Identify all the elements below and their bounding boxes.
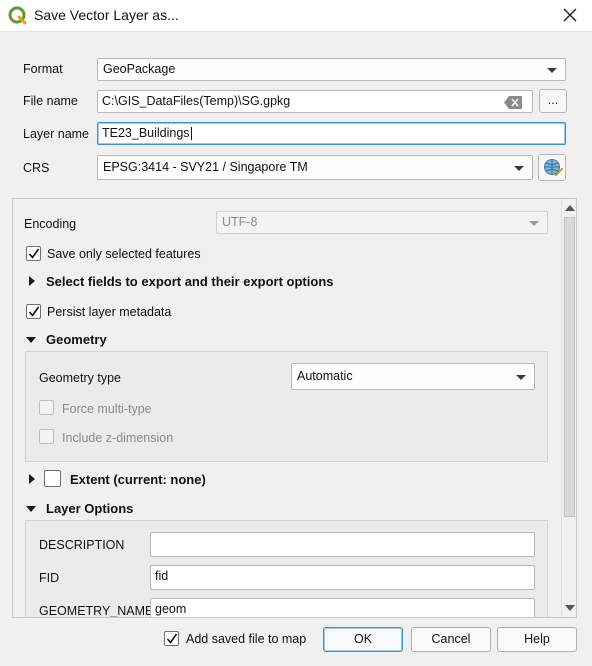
geometry-section-header[interactable]: Geometry	[46, 332, 107, 347]
geometry-name-label: GEOMETRY_NAME	[39, 604, 154, 618]
scroll-down-icon[interactable]	[565, 605, 575, 611]
encoding-value: UTF-8	[222, 215, 258, 229]
scrollbar-thumb[interactable]	[564, 217, 575, 517]
layer-options-groupbox: DESCRIPTION FID fid GEOMETRY_NAME geom	[25, 520, 548, 618]
include-z-label: Include z-dimension	[62, 431, 174, 445]
qgis-logo-icon	[8, 6, 28, 26]
help-button[interactable]: Help	[497, 627, 577, 652]
ok-button[interactable]: OK	[323, 627, 403, 652]
layername-value: TE23_Buildings	[102, 126, 190, 140]
filename-value: C:\GIS_DataFiles(Temp)\SG.gpkg	[102, 94, 291, 108]
vertical-scrollbar[interactable]	[561, 199, 576, 617]
geometry-name-value: geom	[155, 602, 187, 616]
chevron-down-icon	[529, 221, 539, 226]
chevron-down-icon	[514, 166, 524, 171]
window-title: Save Vector Layer as...	[34, 7, 179, 23]
geometry-groupbox: Geometry type Automatic Force multi-type…	[25, 351, 548, 462]
add-to-map-label: Add saved file to map	[186, 632, 307, 646]
layername-label: Layer name	[23, 127, 90, 141]
fid-value: fid	[155, 569, 169, 583]
clear-icon[interactable]	[504, 95, 522, 116]
format-label: Format	[23, 62, 63, 76]
browse-button[interactable]: ...	[539, 89, 567, 113]
description-input[interactable]	[150, 532, 535, 557]
persist-metadata-label: Persist layer metadata	[47, 305, 172, 319]
crs-selector-button[interactable]	[538, 154, 566, 181]
select-fields-section-header[interactable]: Select fields to export and their export…	[46, 274, 334, 289]
extent-checkbox[interactable]	[44, 470, 61, 487]
geometry-type-label: Geometry type	[39, 371, 121, 385]
filename-label: File name	[23, 94, 78, 108]
expand-arrow-icon[interactable]	[29, 276, 35, 286]
globe-icon	[543, 158, 564, 181]
geometry-type-value: Automatic	[297, 369, 353, 383]
options-scroll-area[interactable]: Encoding UTF-8 Save only selected featur…	[12, 198, 577, 618]
filename-input[interactable]: C:\GIS_DataFiles(Temp)\SG.gpkg	[97, 90, 533, 113]
collapse-arrow-icon[interactable]	[26, 506, 36, 512]
scroll-up-icon[interactable]	[565, 205, 575, 211]
fid-input[interactable]: fid	[150, 565, 535, 590]
collapse-arrow-icon[interactable]	[26, 337, 36, 343]
title-bar: Save Vector Layer as...	[0, 0, 592, 32]
encoding-select[interactable]: UTF-8	[216, 211, 548, 234]
layername-input[interactable]: TE23_Buildings	[97, 122, 566, 145]
force-multi-checkbox[interactable]	[39, 400, 54, 415]
format-value: GeoPackage	[103, 62, 176, 76]
layer-options-section-header[interactable]: Layer Options	[46, 501, 133, 516]
force-multi-label: Force multi-type	[62, 402, 152, 416]
add-to-map-checkbox[interactable]	[164, 631, 179, 646]
chevron-down-icon	[547, 68, 557, 73]
encoding-label: Encoding	[24, 217, 77, 231]
description-label: DESCRIPTION	[39, 538, 125, 552]
persist-metadata-checkbox[interactable]	[26, 304, 41, 319]
extent-section-header[interactable]: Extent (current: none)	[70, 472, 206, 487]
expand-arrow-icon[interactable]	[29, 474, 35, 484]
save-selected-checkbox[interactable]	[26, 246, 41, 261]
geometry-name-input[interactable]: geom	[150, 598, 535, 617]
cancel-button[interactable]: Cancel	[411, 627, 491, 652]
save-selected-label: Save only selected features	[47, 247, 201, 261]
fid-label: FID	[39, 571, 60, 585]
include-z-checkbox[interactable]	[39, 429, 54, 444]
close-icon[interactable]	[556, 3, 584, 27]
format-select[interactable]: GeoPackage	[97, 58, 566, 81]
geometry-type-select[interactable]: Automatic	[291, 363, 535, 390]
chevron-down-icon	[516, 375, 526, 380]
crs-label: CRS	[23, 161, 50, 175]
crs-select[interactable]: EPSG:3414 - SVY21 / Singapore TM	[97, 155, 533, 180]
crs-value: EPSG:3414 - SVY21 / Singapore TM	[103, 160, 308, 174]
